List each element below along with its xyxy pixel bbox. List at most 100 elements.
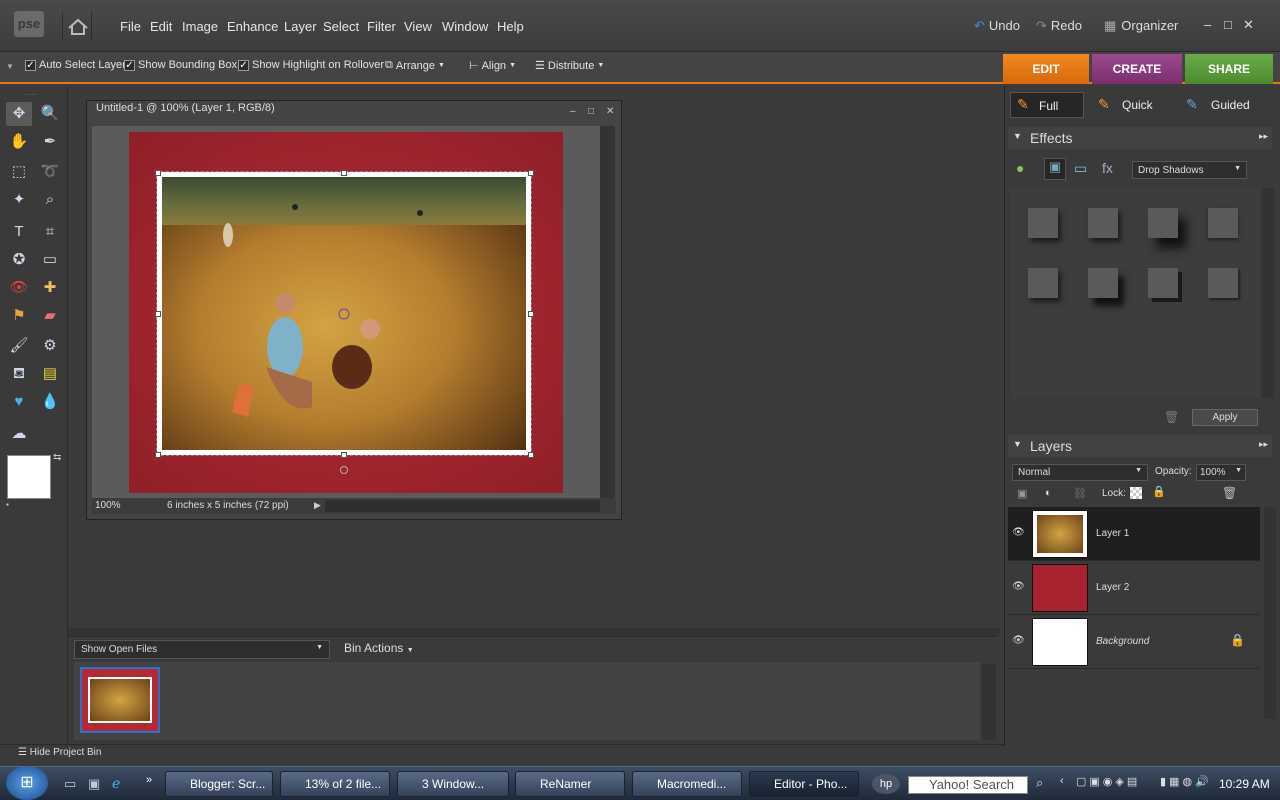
photo-effects-icon[interactable]: ▭ [1074, 160, 1087, 177]
menu-image[interactable]: Image [182, 19, 218, 34]
default-colors-icon[interactable]: ▪ [6, 500, 9, 509]
handle-middle-left[interactable] [155, 311, 161, 317]
menu-help[interactable]: Help [497, 19, 524, 34]
eyedropper-tool-icon[interactable]: ✒ [37, 130, 63, 154]
collapse-arrow-icon[interactable]: ▼ [1013, 131, 1022, 141]
options-menu-arrow[interactable]: ▼ [6, 62, 14, 71]
sponge-tool-icon[interactable]: ☁ [6, 422, 32, 446]
menu-window[interactable]: Window [442, 19, 488, 34]
apply-button[interactable]: Apply [1192, 409, 1258, 426]
healing-brush-tool-icon[interactable]: ✚ [37, 276, 63, 300]
layers-collapse-arrow-icon[interactable]: ▼ [1013, 439, 1022, 449]
quick-selection-tool-icon[interactable]: ⌕ [37, 188, 63, 212]
layers-menu-icon[interactable]: ▸▸ [1259, 439, 1268, 450]
lock-all-icon[interactable]: 🔒 [1152, 485, 1166, 498]
taskbar-item-editor[interactable]: Editor - Pho... [749, 771, 859, 797]
show-desktop-icon[interactable]: ▭ [64, 776, 76, 792]
paint-bucket-tool-icon[interactable]: ⛾ [6, 362, 32, 386]
yahoo-search-box[interactable]: Yahoo! Search [908, 776, 1028, 794]
tab-share[interactable]: SHARE [1185, 54, 1273, 84]
crop-tool-icon[interactable]: ⌗ [37, 220, 63, 244]
all-effects-icon[interactable]: fx [1102, 160, 1113, 176]
menu-edit[interactable]: Edit [150, 19, 172, 34]
visibility-eye-icon[interactable]: 👁 [1012, 527, 1025, 538]
background-layer-name[interactable]: Background [1096, 636, 1149, 647]
marquee-tool-icon[interactable]: ⬚ [6, 160, 32, 184]
magic-wand-tool-icon[interactable]: ✦ [6, 188, 32, 212]
delete-layer-icon[interactable]: 🗑 [1222, 486, 1237, 500]
straighten-tool-icon[interactable]: ▭ [37, 248, 63, 272]
layer-1-name[interactable]: Layer 1 [1096, 528, 1129, 539]
internet-explorer-icon[interactable]: ℯ [112, 775, 120, 792]
switch-windows-icon[interactable]: ▣ [88, 776, 100, 792]
brush-tool-icon[interactable]: 🖌 [6, 334, 32, 358]
layer-styles-icon[interactable]: ▣ [1044, 158, 1066, 180]
auto-select-option[interactable]: ✓ Auto Select Layer [25, 59, 126, 71]
menu-filter[interactable]: Filter [367, 19, 396, 34]
drop-shadow-thumb-8[interactable] [1208, 268, 1238, 298]
document-horizontal-scrollbar[interactable] [325, 500, 600, 512]
system-tray-icons[interactable]: ▮▦◍🔊 [1160, 775, 1212, 788]
new-layer-icon[interactable]: ▣ [1017, 487, 1027, 500]
clone-stamp-tool-icon[interactable]: ⚑ [6, 304, 32, 328]
status-menu-arrow[interactable]: ▶ [314, 500, 321, 511]
bin-splitter[interactable] [68, 628, 1000, 636]
lasso-tool-icon[interactable]: ➰ [37, 160, 63, 184]
taskbar-item-macromedia[interactable]: Macromedi... [632, 771, 742, 797]
clock[interactable]: 10:29 AM [1219, 777, 1270, 791]
visibility-eye-icon[interactable]: 👁 [1012, 581, 1025, 592]
minimize-icon[interactable]: – [1204, 17, 1211, 32]
drop-shadow-thumb-3[interactable] [1148, 208, 1178, 238]
bin-thumbnail[interactable] [80, 667, 160, 733]
quicklaunch-more-icon[interactable]: » [146, 774, 152, 786]
handle-top-left[interactable] [155, 170, 161, 176]
effects-panel-header[interactable]: Effects [1008, 127, 1272, 149]
doc-close-icon[interactable]: ✕ [606, 106, 614, 117]
filters-icon[interactable]: ● [1016, 160, 1024, 176]
effects-scrollbar[interactable] [1262, 188, 1274, 398]
tray-icons[interactable]: ▢▣◉◈▤ [1076, 775, 1140, 788]
layers-scrollbar[interactable] [1264, 507, 1276, 719]
handle-top-right[interactable] [528, 170, 534, 176]
eraser-tool-icon[interactable]: ▰ [37, 304, 63, 328]
close-icon[interactable]: ✕ [1243, 17, 1254, 33]
menu-file[interactable]: File [120, 19, 141, 34]
blur-tool-icon[interactable]: 💧 [37, 390, 63, 414]
tray-expand-icon[interactable]: ‹ [1060, 775, 1064, 787]
start-button[interactable]: ⊞ [6, 766, 48, 800]
hide-project-bin-toggle[interactable]: ☰ Hide Project Bin [18, 747, 101, 758]
drop-shadow-thumb-6[interactable] [1088, 268, 1118, 298]
taskbar-item-blogger[interactable]: Blogger: Scr... [165, 771, 273, 797]
menu-view[interactable]: View [404, 19, 432, 34]
organizer-button[interactable]: ▦ Organizer [1104, 18, 1178, 34]
doc-minimize-icon[interactable]: – [570, 106, 576, 117]
adjustment-layer-icon[interactable]: ◐ [1045, 487, 1052, 499]
hand-tool-icon[interactable]: ✋ [6, 130, 32, 154]
swap-colors-icon[interactable]: ⇆ [53, 452, 61, 463]
highlight-option[interactable]: ✓ Show Highlight on Rollover [238, 59, 384, 71]
bin-scrollbar[interactable] [982, 664, 996, 740]
taskbar-item-renamer[interactable]: ReNamer [515, 771, 625, 797]
arrange-dropdown[interactable]: ⧉ Arrange ▼ [385, 59, 445, 72]
link-layers-icon[interactable]: ⛓ [1073, 487, 1087, 500]
zoom-value[interactable]: 100% [95, 500, 121, 511]
tab-edit[interactable]: EDIT [1003, 54, 1089, 84]
zoom-tool-icon[interactable]: 🔍 [37, 102, 63, 126]
opacity-field[interactable]: 100% ▼ [1196, 464, 1246, 481]
panel-menu-icon[interactable]: ▸▸ [1259, 131, 1268, 142]
foreground-color-swatch[interactable] [7, 455, 51, 499]
type-tool-icon[interactable]: T [6, 220, 32, 244]
visibility-eye-icon[interactable]: 👁 [1012, 635, 1025, 646]
drop-shadow-thumb-5[interactable] [1028, 268, 1058, 298]
handle-middle-right[interactable] [528, 311, 534, 317]
effects-category-dropdown[interactable]: Drop Shadows ▼ [1132, 161, 1247, 179]
cookie-cutter-tool-icon[interactable]: ✪ [6, 248, 32, 272]
gradient-tool-icon[interactable]: ▤ [37, 362, 63, 386]
rotate-handle[interactable] [340, 466, 348, 474]
home-button[interactable] [62, 12, 92, 40]
move-tool-icon[interactable]: ✥ [6, 102, 32, 126]
layer-2-name[interactable]: Layer 2 [1096, 582, 1129, 593]
lock-transparency-icon[interactable] [1130, 487, 1142, 499]
shape-tool-icon[interactable]: ♥ [6, 390, 32, 414]
bin-actions-menu[interactable]: Bin Actions ▼ [344, 641, 414, 655]
